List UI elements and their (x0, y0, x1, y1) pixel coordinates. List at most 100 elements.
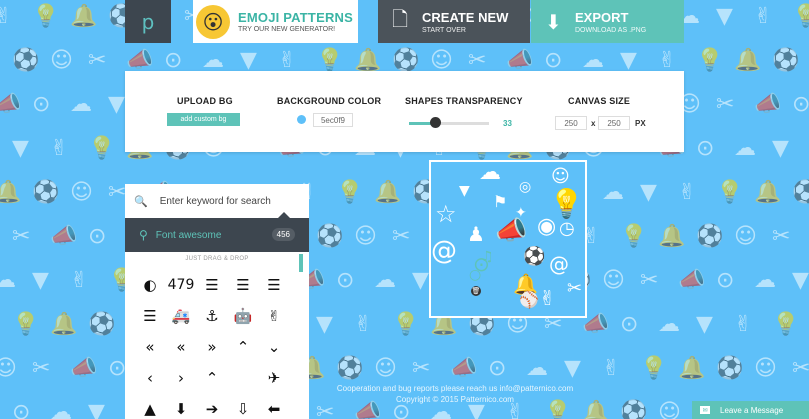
canvas-shape[interactable]: 📣 (495, 218, 527, 244)
canvas-shape[interactable]: ☆ (435, 202, 457, 226)
document-icon: 🗋 (392, 6, 409, 31)
background-pattern-icon: 💡 (716, 180, 744, 205)
transparency-slider-track[interactable] (409, 122, 489, 125)
angle-double-left-icon[interactable]: « (167, 335, 195, 359)
background-pattern-icon: ☁ (658, 312, 680, 337)
arrow-circle-o-down-icon[interactable]: ⇩ (229, 397, 257, 419)
background-pattern-icon: ☺ (658, 400, 681, 419)
background-pattern-icon: ☺ (70, 180, 93, 205)
create-new-button[interactable]: 🗋 CREATE NEW START OVER (378, 0, 530, 43)
background-pattern-icon: ▼ (564, 356, 581, 381)
background-pattern-icon: 💡 (772, 312, 800, 337)
background-pattern-icon: ⚽ (88, 312, 116, 337)
align-right-icon[interactable]: ☰ (136, 304, 164, 328)
canvas-shape[interactable]: ♫ (481, 250, 494, 264)
library-selector[interactable]: ⚲ Font awesome 456 (125, 212, 309, 252)
background-pattern-icon: 🔔 (0, 180, 22, 205)
angle-double-down-icon[interactable]: « (136, 335, 164, 359)
background-pattern-icon: ✂ (316, 400, 335, 419)
background-pattern-icon: ✂ (88, 48, 107, 73)
background-pattern-icon: ▼ (88, 400, 105, 419)
size-separator: x (591, 119, 596, 128)
background-pattern-icon: ⚽ (392, 48, 420, 73)
align-left-icon[interactable]: ☰ (260, 273, 288, 297)
background-pattern-icon: ☁ (430, 400, 452, 419)
apple-icon[interactable] (229, 366, 257, 390)
logo[interactable]: p (125, 0, 171, 43)
background-pattern-icon: ✌ (70, 268, 89, 293)
map-marker-icon: ⚲ (139, 228, 148, 242)
background-pattern-icon: ⊙ (12, 400, 31, 419)
scrollbar[interactable] (299, 254, 303, 272)
top-bar: p 😮 EMOJI PATTERNS TRY OUR NEW GENERATOR… (0, 0, 809, 44)
background-pattern-icon: ⚽ (772, 48, 800, 73)
canvas-height-input[interactable]: 250 (598, 116, 630, 130)
arrow-circle-down-icon[interactable]: ⬇ (167, 397, 195, 419)
canvas-shape[interactable]: @ (549, 254, 569, 274)
search-input[interactable]: Enter keyword for search (160, 196, 271, 207)
search-icon: 🔍 (134, 194, 148, 208)
canvas-shape[interactable]: ◷ (559, 220, 575, 238)
android-icon[interactable]: 🤖 (229, 304, 257, 328)
canvas-shape[interactable]: ✌ (539, 288, 556, 308)
canvas-shape[interactable]: ◎ (519, 180, 531, 194)
background-pattern-icon: ⊙ (164, 48, 183, 73)
angle-down-icon[interactable]: ⌄ (260, 335, 288, 359)
delete-shape-icon[interactable]: 🗑 (471, 286, 481, 296)
canvas-shape[interactable]: ◉ (537, 216, 556, 238)
background-pattern-icon: ☁ (602, 180, 624, 205)
canvas-shape[interactable]: ⚾ (519, 292, 539, 308)
background-pattern-icon: ▼ (620, 48, 637, 73)
background-pattern-icon: ▼ (696, 312, 713, 337)
canvas-shape[interactable]: ♟ (467, 224, 485, 244)
background-pattern-icon: 💡 (696, 48, 724, 73)
adjust-icon[interactable]: ◐ (136, 273, 164, 297)
ambulance-icon[interactable]: 🚑 (167, 304, 195, 328)
angle-left-icon[interactable]: ‹ (136, 366, 164, 390)
anchor-icon[interactable]: ⚓ (198, 304, 226, 328)
export-title: EXPORT (575, 9, 629, 25)
align-justify-icon[interactable]: ☰ (229, 273, 257, 297)
transparency-slider-handle[interactable] (430, 117, 442, 128)
align-center-icon[interactable]: ☰ (198, 273, 226, 297)
export-button[interactable]: ⬇ EXPORT DOWNLOAD AS .PNG (531, 0, 684, 43)
background-pattern-icon: 💡 (620, 224, 648, 249)
emoji-patterns-title: EMOJI PATTERNS (238, 10, 353, 25)
canvas-shape[interactable]: ✂ (567, 280, 582, 298)
peace-icon[interactable]: ✌ (260, 304, 288, 328)
canvas-shape[interactable]: ⚑ (493, 194, 507, 210)
pattern-canvas[interactable]: 🗑 ☁ ◎ ☺ ▼ ⚑ ☆ 💡 ✦ @ ♟ 📣 ◉ ◷ ⊙ ♫ ⚽ @ 🔔 ✌ ⚾ ✂ ○ (429, 160, 587, 318)
background-pattern-icon: ▼ (412, 268, 429, 293)
number-icon[interactable]: 479 (167, 273, 195, 297)
angle-up-icon[interactable]: ⌃ (198, 366, 226, 390)
canvas-shape[interactable]: ▼ (459, 184, 470, 198)
add-custom-bg-button[interactable]: add custom bg (167, 113, 240, 126)
arrow-circle-left-icon[interactable]: ⬅ (260, 397, 288, 419)
size-unit: PX (635, 119, 646, 128)
plane-icon[interactable]: ✈ (260, 366, 288, 390)
background-color-input[interactable]: 5ec0f9 (313, 113, 353, 127)
background-pattern-icon: ▼ (772, 136, 789, 161)
background-pattern-icon: ▼ (640, 180, 657, 205)
canvas-shape[interactable]: ☁ (479, 162, 501, 184)
background-pattern-icon: ⊙ (88, 224, 107, 249)
background-pattern-icon: ⊙ (392, 400, 411, 419)
emoji-patterns-banner[interactable]: 😮 EMOJI PATTERNS TRY OUR NEW GENERATOR! (193, 0, 358, 43)
color-swatch[interactable] (297, 115, 306, 124)
angle-double-up-icon[interactable]: ⌃ (229, 335, 257, 359)
canvas-width-input[interactable]: 250 (555, 116, 587, 130)
background-pattern-icon: 🔔 (734, 48, 762, 73)
canvas-shape[interactable]: ☺ (551, 168, 570, 186)
area-chart-icon[interactable]: ▲ (136, 397, 164, 419)
angle-right-icon[interactable]: › (167, 366, 195, 390)
arrow-circle-right-icon[interactable]: ➔ (198, 397, 226, 419)
canvas-shape[interactable]: ○ (469, 268, 481, 282)
create-new-subtitle: START OVER (422, 26, 466, 34)
angle-double-right-icon[interactable]: » (198, 335, 226, 359)
canvas-shape[interactable]: @ (431, 238, 457, 264)
background-pattern-icon: ✌ (602, 356, 621, 381)
canvas-shape[interactable]: ⚽ (523, 248, 545, 266)
leave-message-button[interactable]: ✉ Leave a Message (692, 401, 809, 419)
background-pattern-icon: ✂ (640, 268, 659, 293)
background-pattern-icon: ▼ (468, 400, 485, 419)
